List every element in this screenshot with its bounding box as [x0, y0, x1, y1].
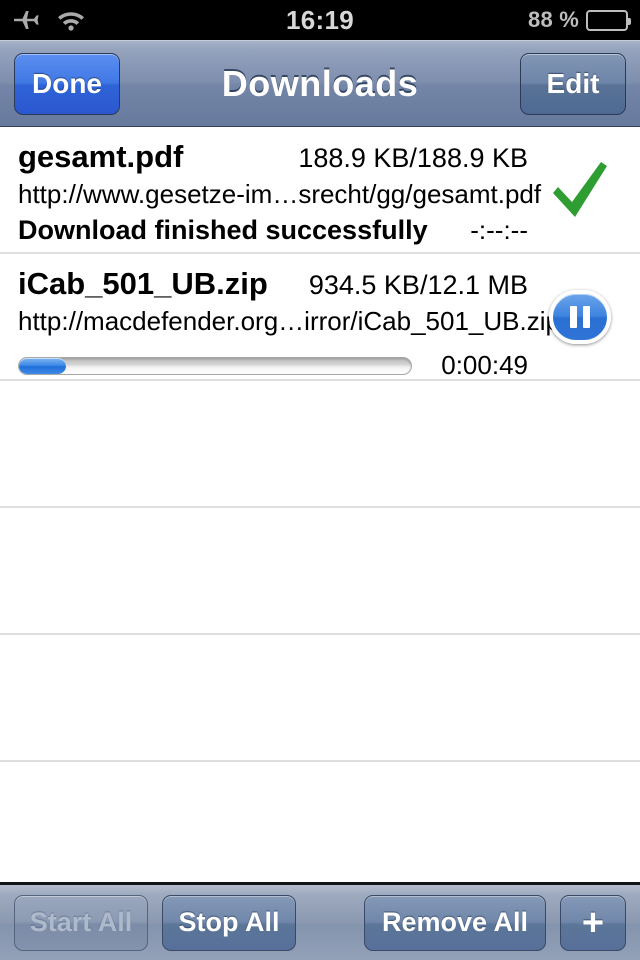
empty-list-row [0, 381, 640, 508]
empty-list-row [0, 762, 640, 882]
download-row[interactable]: iCab_501_UB.zip 934.5 KB/12.1 MB http://ma… [0, 254, 640, 381]
navigation-bar: Done Downloads Edit [0, 40, 640, 127]
pause-bar-left [570, 305, 577, 328]
remove-all-button[interactable]: Remove All [364, 894, 546, 951]
downloads-screen: 16:19 88 % Done Downloads Edit gesamt.pd… [0, 0, 640, 960]
download-row-details: gesamt.pdf 188.9 KB/188.9 KB http://www.ge… [18, 139, 542, 246]
progress-bar [18, 356, 412, 375]
pause-download-button[interactable] [538, 254, 622, 379]
download-eta-label: -:--:-- [470, 215, 528, 245]
done-button[interactable]: Done [14, 52, 120, 115]
download-url: http://www.gesetze-im…srecht/gg/gesamt.p… [18, 179, 542, 209]
bottom-toolbar: Start All Stop All Remove All + [0, 882, 640, 960]
battery-percent-label: 88 % [528, 7, 579, 32]
download-url: http://macdefender.org…irror/iCab_501_UB… [18, 306, 560, 336]
empty-list-row [0, 508, 640, 635]
stop-all-button[interactable]: Stop All [162, 894, 296, 951]
add-download-button[interactable]: + [560, 894, 626, 951]
pause-bar-right [583, 305, 590, 328]
checkmark-icon [553, 161, 607, 217]
download-title-line: iCab_501_UB.zip 934.5 KB/12.1 MB [18, 266, 528, 302]
download-size-label: 934.5 KB/12.1 MB [308, 270, 528, 300]
download-progress-line: 0:00:49 [18, 350, 528, 381]
download-row[interactable]: gesamt.pdf 188.9 KB/188.9 KB http://www.ge… [0, 127, 640, 254]
download-file-name: iCab_501_UB.zip [18, 266, 268, 301]
download-status-line: Download finished successfully -:--:-- [18, 215, 528, 246]
download-row-details: iCab_501_UB.zip 934.5 KB/12.1 MB http://ma… [18, 266, 560, 380]
pause-icon[interactable] [549, 289, 611, 344]
battery-icon [586, 9, 631, 31]
download-complete-indicator [538, 127, 622, 252]
status-bar-right: 88 % [528, 0, 631, 40]
download-title-line: gesamt.pdf 188.9 KB/188.9 KB [18, 139, 528, 175]
start-all-button[interactable]: Start All [14, 894, 148, 951]
download-eta-label: 0:00:49 [441, 350, 528, 380]
edit-button[interactable]: Edit [520, 52, 626, 115]
empty-list-row [0, 635, 640, 762]
downloads-list[interactable]: gesamt.pdf 188.9 KB/188.9 KB http://www.ge… [0, 127, 640, 882]
download-size-label: 188.9 KB/188.9 KB [298, 143, 528, 173]
progress-bar-fill [19, 357, 67, 374]
status-bar: 16:19 88 % [0, 0, 640, 40]
download-status-label: Download finished successfully [18, 215, 428, 245]
download-file-name: gesamt.pdf [18, 139, 184, 174]
